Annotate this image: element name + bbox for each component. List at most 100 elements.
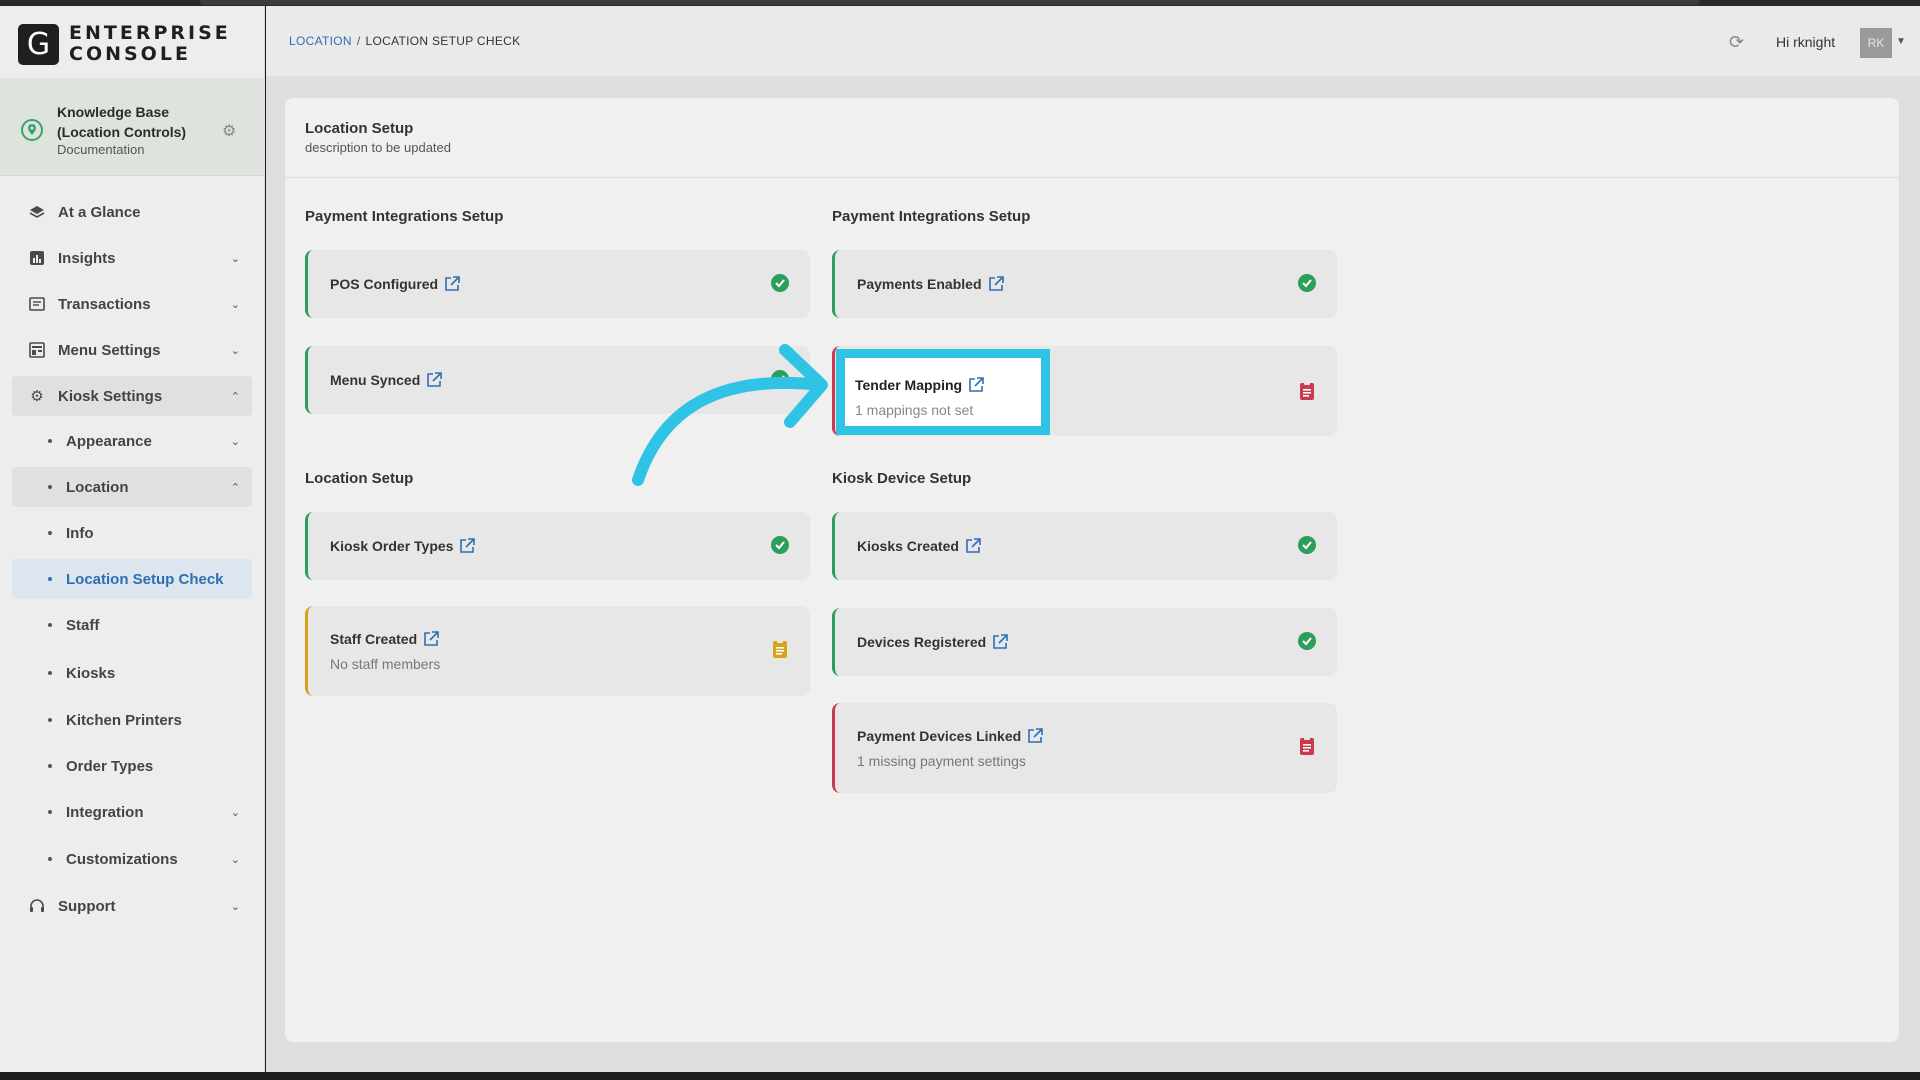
chevron-up-icon: ⌃ [230,390,240,403]
clipboard-alert-icon [1300,737,1314,755]
bullet-icon [48,718,52,722]
sidebar-item-kiosks[interactable]: Kiosks [12,653,252,693]
card-title: Payments Enabled [857,276,982,292]
sidebar-item-location-setup-check[interactable]: Location Setup Check [12,559,252,599]
menu-icon [28,341,46,359]
chevron-down-icon: ⌄ [230,298,240,311]
breadcrumb-link-location[interactable]: LOCATION [289,34,352,48]
sidebar-item-order-types[interactable]: Order Types [12,746,252,786]
layers-icon [28,203,46,221]
bullet-icon [48,810,52,814]
card-pos-configured: POS Configured [305,250,810,318]
section-title-payment-integrations-left: Payment Integrations Setup [305,208,504,225]
sidebar-item-info[interactable]: Info [12,513,252,553]
external-link-icon[interactable] [1026,727,1044,745]
sidebar-item-location[interactable]: Location ⌃ [12,467,252,507]
section-title-kiosk-device-setup: Kiosk Device Setup [832,470,972,487]
chevron-down-icon: ⌄ [230,900,240,913]
bullet-icon [48,623,52,627]
card-title: Kiosk Order Types [330,538,454,554]
sidebar-item-label: Integration [66,803,144,821]
external-link-icon[interactable] [443,275,461,293]
sidebar-item-label: Transactions [58,295,151,313]
card-devices-registered: Devices Registered [832,608,1337,676]
gear-icon[interactable]: ⚙ [222,121,236,141]
sidebar-item-kitchen-printers[interactable]: Kitchen Printers [12,700,252,740]
check-circle-icon [1298,536,1316,554]
organization-selector[interactable]: Knowledge Base (Location Controls) Docum… [0,78,265,176]
card-title: Tender Mapping [855,377,963,393]
caret-down-icon[interactable]: ▼ [1896,36,1906,47]
clipboard-warning-icon [773,640,787,658]
sidebar-item-label: Staff [66,616,100,634]
chevron-down-icon: ⌄ [230,252,240,265]
sidebar-item-label: Menu Settings [58,341,161,359]
card-subtitle: 1 missing payment settings [857,753,1026,769]
bullet-icon [48,764,52,768]
sidebar-item-label: Location [66,478,129,496]
card-title: POS Configured [330,276,439,292]
card-subtitle: No staff members [330,656,441,672]
sidebar-item-label: Location Setup Check [66,570,224,588]
logo-mark: G [18,23,59,65]
sidebar-item-customizations[interactable]: Customizations ⌄ [12,839,252,879]
sidebar-item-label: Kitchen Printers [66,711,182,729]
refresh-icon[interactable]: ⟳ [1729,32,1744,53]
sidebar-item-staff[interactable]: Staff [12,605,252,645]
chevron-down-icon: ⌄ [230,853,240,866]
sidebar-item-label: Customizations [66,850,178,868]
chevron-down-icon: ⌄ [230,435,240,448]
card-title: Payment Devices Linked [857,728,1022,744]
section-title-payment-integrations-right: Payment Integrations Setup [832,208,1031,225]
sidebar-item-integration[interactable]: Integration ⌄ [12,792,252,832]
external-link-icon[interactable] [964,537,982,555]
bullet-icon [48,531,52,535]
chevron-down-icon: ⌄ [230,806,240,819]
sidebar-item-label: Insights [58,249,116,267]
sidebar-item-at-a-glance[interactable]: At a Glance [12,192,252,232]
sidebar-item-insights[interactable]: Insights ⌄ [12,238,252,278]
external-link-icon[interactable] [967,376,985,394]
panel-description: description to be updated [305,140,451,155]
external-link-icon[interactable] [422,630,440,648]
app-logo[interactable]: G ENTERPRISE CONSOLE [18,22,231,66]
bullet-icon [48,857,52,861]
card-kiosk-order-types: Kiosk Order Types [305,512,810,580]
card-title: Staff Created [330,631,418,647]
breadcrumb-separator: / [356,34,361,48]
headset-icon [28,897,46,915]
card-title: Menu Synced [330,372,421,388]
chevron-up-icon: ⌃ [230,481,240,494]
external-link-icon[interactable] [991,633,1009,651]
chart-icon [28,249,46,267]
user-greeting: Hi rknight [1776,34,1836,50]
external-link-icon[interactable] [425,371,443,389]
check-circle-icon [771,536,789,554]
card-title: Kiosks Created [857,538,959,554]
sidebar-item-transactions[interactable]: Transactions ⌄ [12,284,252,324]
sidebar-item-label: At a Glance [58,203,141,221]
bullet-icon [48,439,52,443]
tender-mapping-highlight[interactable]: Tender Mapping 1 mappings not set [836,349,1050,435]
sidebar-item-label: Kiosks [66,664,116,682]
receipt-icon [28,295,46,313]
pointer-arrow-icon [632,344,828,486]
sidebar: G ENTERPRISE CONSOLE Knowledge Base (Loc… [0,6,265,1072]
setup-panel: Location Setup description to be updated… [285,98,1899,1042]
avatar[interactable]: RK [1860,28,1892,58]
gear-icon: ⚙ [30,388,44,405]
sidebar-item-support[interactable]: Support ⌄ [12,886,252,926]
external-link-icon[interactable] [987,275,1005,293]
check-circle-icon [1298,632,1316,650]
sidebar-item-label: Info [66,524,94,542]
section-title-location-setup: Location Setup [305,470,414,487]
panel-title: Location Setup [305,120,414,137]
bullet-icon [48,671,52,675]
sidebar-item-kiosk-settings[interactable]: ⚙ Kiosk Settings ⌃ [12,376,252,416]
breadcrumb: LOCATION / LOCATION SETUP CHECK [289,34,520,48]
organization-subtitle: Documentation [57,142,145,157]
external-link-icon[interactable] [458,537,476,555]
sidebar-item-menu-settings[interactable]: Menu Settings ⌄ [12,330,252,370]
sidebar-item-appearance[interactable]: Appearance ⌄ [12,421,252,461]
card-payment-devices-linked: Payment Devices Linked 1 missing payment… [832,703,1337,793]
